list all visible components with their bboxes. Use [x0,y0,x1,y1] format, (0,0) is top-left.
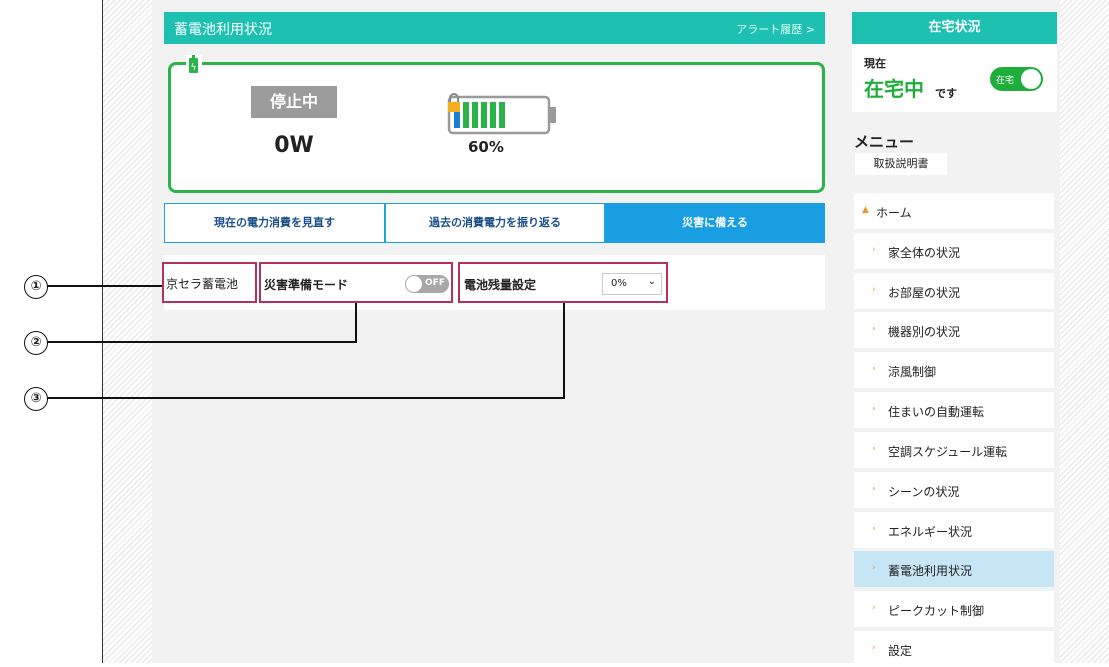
menu-title: メニュー [854,133,915,151]
callout-3: ③ [24,387,48,411]
chevron-right-icon: › [872,563,876,573]
menu-item-label: 家全体の状況 [888,246,961,260]
presence-header: 在宅状況 [852,12,1057,44]
menu-item[interactable]: › 家全体の状況 [854,233,1054,269]
menu-item[interactable]: › 蓄電池利用状況 [854,551,1054,587]
menu-item[interactable]: › お部屋の状況 [854,273,1054,309]
menu-item[interactable]: › 機器別の状況 [854,312,1054,348]
menu-item[interactable]: › 設定 [854,631,1054,667]
menu-item[interactable]: › エネルギー状況 [854,512,1054,548]
menu-item-label: 設定 [888,644,913,658]
menu-item[interactable]: › シーンの状況 [854,472,1054,508]
menu-item-label: 機器別の状況 [888,325,961,339]
menu-item-label: お部屋の状況 [888,286,961,300]
menu-item-label: ホーム [876,206,912,220]
chevron-right-icon: › [872,603,876,613]
chevron-right-icon: › [872,364,876,374]
chevron-right-icon: › [872,404,876,414]
presence-status: 在宅中 [864,77,924,101]
callout-2: ② [24,331,48,355]
presence-toggle-knob [1021,69,1041,89]
chevron-right-icon: › [872,524,876,534]
menu-item[interactable]: › 涼風制御 [854,352,1054,388]
presence-suffix: です [935,87,957,100]
chevron-right-icon: › [872,484,876,494]
presence-toggle-label: 在宅 [996,76,1015,86]
menu-item-label: 住まいの自動運転 [888,405,985,419]
menu-item-label: シーンの状況 [888,485,960,499]
menu-item-label: 涼風制御 [888,365,937,379]
presence-now-label: 現在 [864,57,886,70]
chevron-right-icon: › [872,285,876,295]
chevron-right-icon: › [872,643,876,653]
menu-item[interactable]: › ピークカット制御 [854,591,1054,627]
menu-item-label: 空調スケジュール運転 [888,445,1008,459]
chevron-right-icon: › [872,444,876,454]
chevron-right-icon: › [872,245,876,255]
home-icon: ▲ [862,205,869,215]
menu-item-label: ピークカット制御 [888,604,985,618]
presence-toggle[interactable]: 在宅 [990,67,1043,91]
menu-item-label: エネルギー状況 [888,525,973,539]
menu-item-label: 蓄電池利用状況 [888,564,973,578]
menu-item[interactable]: ▲ ホーム [854,193,1054,229]
manual-button[interactable]: 取扱説明書 [855,153,947,175]
callout-1: ① [24,275,48,299]
menu-item[interactable]: › 住まいの自動運転 [854,392,1054,428]
menu-item[interactable]: › 空調スケジュール運転 [854,432,1054,468]
chevron-right-icon: › [872,324,876,334]
